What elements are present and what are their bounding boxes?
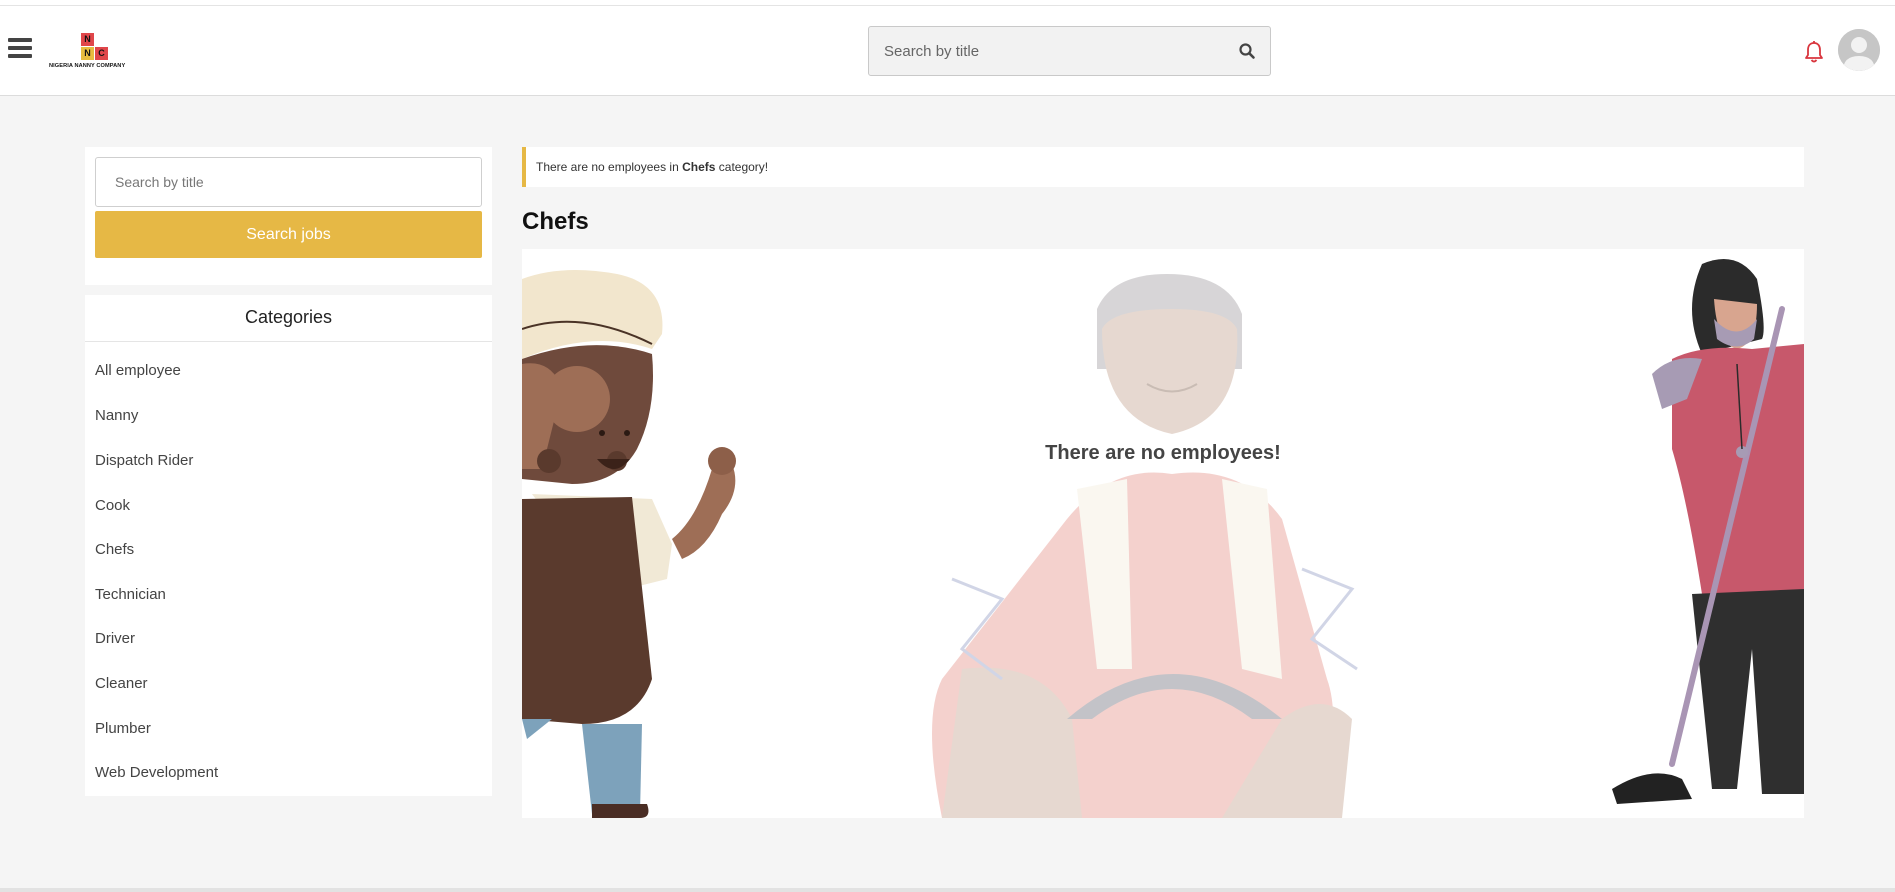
categories-panel: Categories All employee Nanny Dispatch R… [85, 295, 492, 796]
header-search-box [868, 26, 1271, 76]
cleaner-illustration [1612, 259, 1804, 804]
category-item-dispatch-rider[interactable]: Dispatch Rider [95, 452, 193, 469]
logo-letter-n2: N [81, 47, 94, 60]
category-item-cleaner[interactable]: Cleaner [95, 675, 148, 692]
alert-prefix: There are no employees in [536, 160, 679, 174]
empty-state-panel: There are no employees! [522, 249, 1804, 818]
category-item-driver[interactable]: Driver [95, 630, 135, 647]
category-item-cook[interactable]: Cook [95, 497, 130, 514]
bell-icon[interactable] [1803, 40, 1825, 64]
categories-title: Categories [85, 295, 492, 342]
footer-border [0, 888, 1895, 892]
empty-state-message: There are no employees! [1045, 442, 1281, 464]
sidebar-search-box: Search jobs [85, 147, 492, 285]
search-icon[interactable] [1238, 42, 1256, 60]
top-navbar: N N C NIGERIA NANNY COMPANY [0, 6, 1895, 96]
logo-letter-c: C [95, 47, 108, 60]
category-item-chefs[interactable]: Chefs [95, 541, 134, 558]
logo-letter-n1: N [81, 33, 94, 46]
no-employees-alert: There are no employees in Chefs category… [522, 147, 1804, 187]
chef-illustration [522, 270, 736, 818]
user-avatar-icon[interactable] [1838, 29, 1880, 71]
driver-illustration [932, 274, 1358, 818]
page-title: Chefs [522, 208, 589, 235]
category-item-all-employee[interactable]: All employee [95, 362, 181, 379]
empty-state-illustration [522, 259, 1804, 818]
header-search-input[interactable] [869, 27, 1229, 75]
search-jobs-button[interactable]: Search jobs [95, 211, 482, 258]
alert-category: Chefs [682, 160, 716, 174]
category-item-technician[interactable]: Technician [95, 586, 166, 603]
logo[interactable]: N N C NIGERIA NANNY COMPANY [49, 26, 141, 76]
category-item-web-development[interactable]: Web Development [95, 764, 218, 781]
alert-suffix: category! [718, 160, 769, 174]
category-item-plumber[interactable]: Plumber [95, 720, 151, 737]
sidebar-search-input[interactable] [95, 157, 482, 207]
logo-company-name: NIGERIA NANNY COMPANY [49, 63, 126, 69]
hamburger-menu-icon[interactable] [8, 38, 32, 60]
category-item-nanny[interactable]: Nanny [95, 407, 138, 424]
